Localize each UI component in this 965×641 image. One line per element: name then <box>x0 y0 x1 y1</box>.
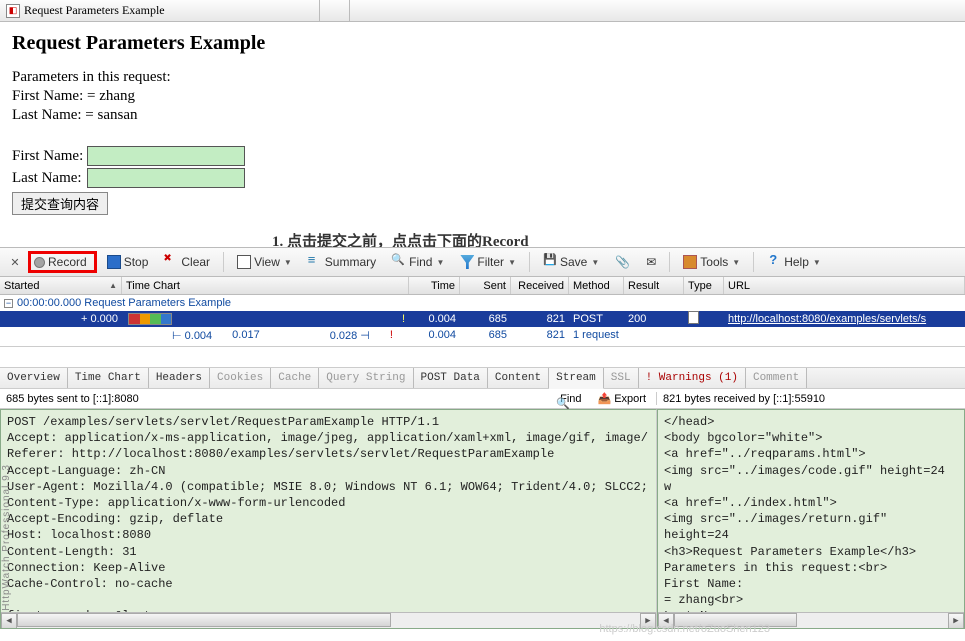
stop-icon <box>107 255 121 269</box>
tab-ssl[interactable]: SSL <box>604 368 639 388</box>
tools-button[interactable]: Tools▼ <box>677 252 746 272</box>
col-time[interactable]: Time <box>409 277 460 294</box>
close-icon[interactable]: ✕ <box>6 253 24 271</box>
export-button[interactable]: 📤 Export <box>594 392 651 405</box>
email-button[interactable]: ✉ <box>640 252 662 272</box>
tab-query-string[interactable]: Query String <box>319 368 413 388</box>
attach-button[interactable]: 📎 <box>609 252 636 272</box>
tab-post-data[interactable]: POST Data <box>414 368 488 388</box>
record-button[interactable]: Record <box>28 251 97 273</box>
chevron-down-icon: ▼ <box>508 258 516 267</box>
filter-button[interactable]: Filter▼ <box>454 252 522 272</box>
chevron-down-icon: ▼ <box>732 258 740 267</box>
page-heading: Request Parameters Example <box>12 32 953 55</box>
group-row[interactable]: − 00:00:00.000 Request Parameters Exampl… <box>0 295 965 311</box>
col-started[interactable]: Started▲ <box>0 277 122 294</box>
find-button[interactable]: Find▼ <box>386 252 450 272</box>
tab-warnings[interactable]: ! Warnings (1) <box>639 368 746 388</box>
bytes-sent-label: 685 bytes sent to [::1]:8080 <box>6 393 139 405</box>
product-label: HttpWatch Professional 9.3 <box>1 464 12 611</box>
detail-tabs: Overview Time Chart Headers Cookies Cach… <box>0 367 965 389</box>
find-in-stream-button[interactable]: Find <box>553 392 585 405</box>
summary-icon <box>308 255 322 269</box>
grid-header: Started▲ Time Chart Time Sent Received M… <box>0 277 965 295</box>
form: First Name: Last Name: 提交查询内容 <box>12 146 953 215</box>
chevron-down-icon: ▼ <box>591 258 599 267</box>
browser-tab[interactable]: ◧ Request Parameters Example <box>0 0 320 22</box>
last-name-input[interactable] <box>87 168 245 188</box>
view-icon <box>237 255 251 269</box>
submit-button[interactable]: 提交查询内容 <box>12 192 108 215</box>
scrollbar-horizontal[interactable]: ◀ ▶ <box>1 612 656 628</box>
bytes-received-label: 821 bytes received by [::1]:55910 <box>663 393 825 405</box>
chevron-down-icon: ▼ <box>284 258 292 267</box>
save-icon <box>543 255 557 269</box>
httpwatch-toolbar: ✕ Record Stop Clear View▼ Summary Find▼ … <box>0 247 965 277</box>
request-row[interactable]: + 0.000 ! 0.004 685 821 POST 200 http://… <box>0 311 965 327</box>
clear-icon <box>164 255 178 269</box>
page-icon <box>688 311 699 324</box>
first-name-input[interactable] <box>87 146 245 166</box>
last-name-label: Last Name: <box>12 170 87 187</box>
tab-stream[interactable]: Stream <box>549 368 604 389</box>
filter-icon <box>460 255 474 269</box>
detail-info-bar: 685 bytes sent to [::1]:8080 Find 📤 Expo… <box>0 389 965 409</box>
first-name-value: First Name: = zhang <box>12 88 953 105</box>
view-button[interactable]: View▼ <box>231 252 298 272</box>
grid-body: − 00:00:00.000 Request Parameters Exampl… <box>0 295 965 347</box>
col-time-chart[interactable]: Time Chart <box>122 277 409 294</box>
time-chart-mini <box>128 313 172 325</box>
intro-text: Parameters in this request: <box>12 69 953 86</box>
collapse-icon[interactable]: − <box>4 299 13 308</box>
response-pane[interactable]: </head><body bgcolor="white"><a href="..… <box>657 409 965 629</box>
new-tab-slot[interactable] <box>320 0 350 22</box>
chevron-down-icon: ▼ <box>813 258 821 267</box>
tab-time-chart[interactable]: Time Chart <box>68 368 149 388</box>
col-received[interactable]: Received <box>511 277 569 294</box>
tab-cache[interactable]: Cache <box>271 368 319 388</box>
tab-content[interactable]: Content <box>488 368 549 388</box>
col-result[interactable]: Result <box>624 277 684 294</box>
col-url[interactable]: URL <box>724 277 965 294</box>
stream-panes: POST /examples/servlets/servlet/RequestP… <box>0 409 965 629</box>
tab-title: Request Parameters Example <box>24 3 165 18</box>
scroll-right-icon[interactable]: ▶ <box>948 613 964 629</box>
tab-cookies[interactable]: Cookies <box>210 368 271 388</box>
url-link[interactable]: http://localhost:8080/examples/servlets/… <box>728 313 926 325</box>
help-icon <box>767 255 781 269</box>
record-icon <box>34 257 45 268</box>
col-method[interactable]: Method <box>569 277 624 294</box>
clear-button[interactable]: Clear <box>158 252 216 272</box>
chevron-down-icon: ▼ <box>436 258 444 267</box>
titlebar: ◧ Request Parameters Example <box>0 0 965 22</box>
last-name-value: Last Name: = sansan <box>12 107 953 124</box>
tab-overview[interactable]: Overview <box>0 368 68 388</box>
col-type[interactable]: Type <box>684 277 724 294</box>
help-button[interactable]: Help▼ <box>761 252 827 272</box>
request-pane[interactable]: POST /examples/servlets/servlet/RequestP… <box>0 409 657 629</box>
save-button[interactable]: Save▼ <box>537 252 605 272</box>
tools-icon <box>683 255 697 269</box>
summary-row: ⊢ 0.004 0.017 0.028 ⊣ ! 0.004 685 821 1 … <box>0 327 965 343</box>
col-sent[interactable]: Sent <box>460 277 511 294</box>
tab-headers[interactable]: Headers <box>149 368 210 388</box>
summary-button[interactable]: Summary <box>302 252 382 272</box>
watermark: https://blog.csdn.net/oZuoShen123 <box>599 623 770 635</box>
scroll-left-icon[interactable]: ◀ <box>1 613 17 629</box>
stop-button[interactable]: Stop <box>101 252 155 272</box>
page-icon: ◧ <box>6 4 20 18</box>
page-content: Request Parameters Example Parameters in… <box>0 22 965 219</box>
tab-comment[interactable]: Comment <box>746 368 807 388</box>
first-name-label: First Name: <box>12 148 87 165</box>
find-icon <box>392 255 406 269</box>
